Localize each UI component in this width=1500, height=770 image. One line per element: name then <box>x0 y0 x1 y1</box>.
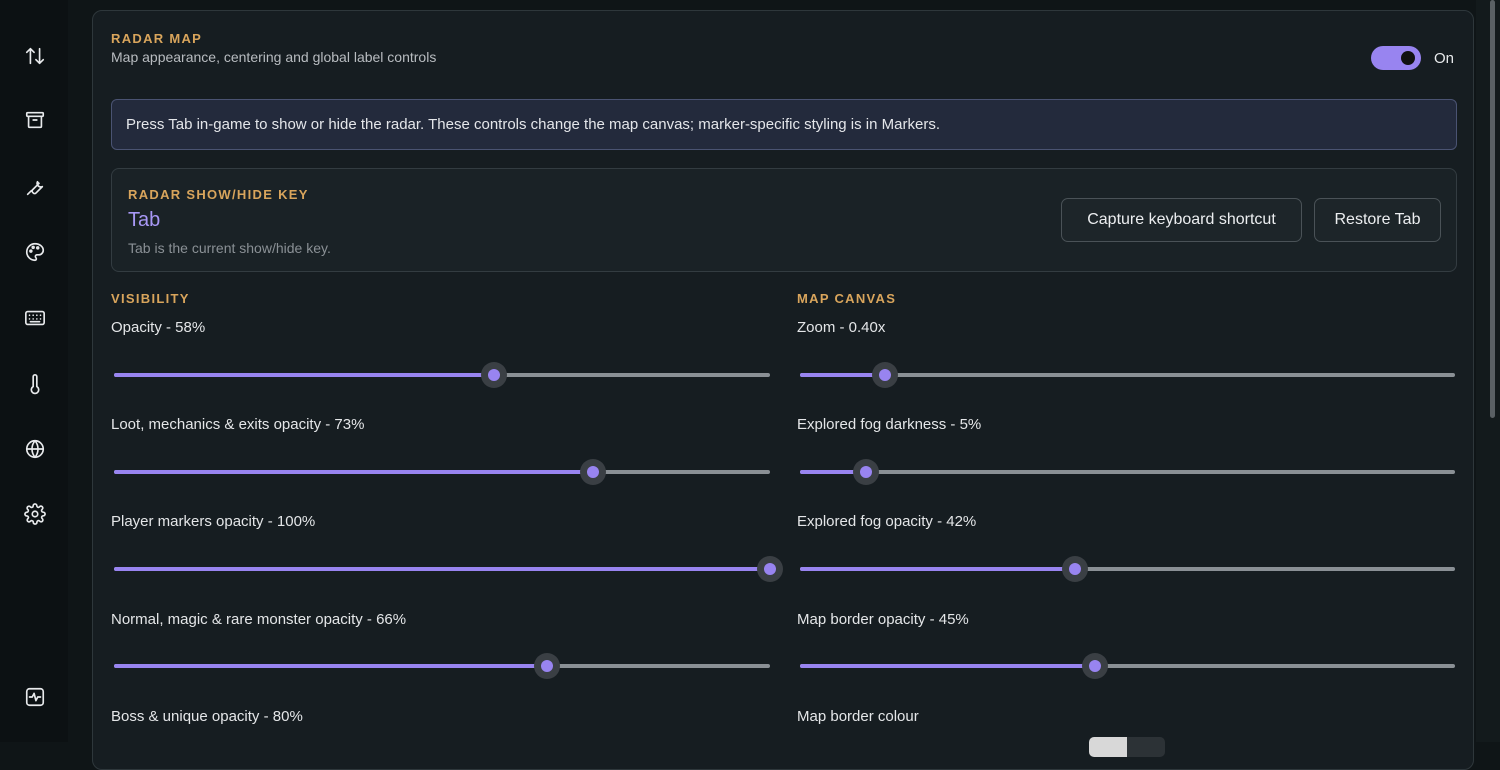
loot-opacity-label: Loot, mechanics & exits opacity - 73% <box>111 416 365 433</box>
thermometer-icon[interactable] <box>23 372 47 396</box>
wrench-icon[interactable] <box>23 175 47 199</box>
palette-icon[interactable] <box>23 240 47 264</box>
slider-fill <box>800 567 1076 571</box>
radar-subtitle: Map appearance, centering and global lab… <box>111 49 437 65</box>
globe-icon[interactable] <box>23 437 47 461</box>
toggle-knob <box>1401 51 1415 65</box>
fog-opacity-label: Explored fog opacity - 42% <box>797 513 977 530</box>
opacity-slider[interactable] <box>114 362 770 388</box>
background-edge <box>1476 0 1500 742</box>
player-markers-opacity-slider[interactable] <box>114 556 783 582</box>
player-markers-opacity-label: Player markers opacity - 100% <box>111 513 316 530</box>
toggle-label: On <box>1434 50 1455 67</box>
show-hide-key-box: RADAR SHOW/HIDE KEY Tab Tab is the curre… <box>111 168 1457 272</box>
fog-opacity-slider[interactable] <box>800 556 1455 582</box>
slider-thumb[interactable] <box>1081 653 1108 679</box>
map-border-opacity-slider[interactable] <box>800 653 1455 679</box>
archive-box-icon[interactable] <box>23 108 47 132</box>
fog-darkness-label: Explored fog darkness - 5% <box>797 416 982 433</box>
slider-thumb[interactable] <box>852 459 879 485</box>
map-border-colour-picker[interactable] <box>1089 737 1165 757</box>
key-section-title: RADAR SHOW/HIDE KEY <box>128 187 309 202</box>
radar-title: RADAR MAP <box>111 31 203 46</box>
slider-thumb[interactable] <box>757 556 783 582</box>
capture-shortcut-button[interactable]: Capture keyboard shortcut <box>1061 198 1302 242</box>
map-border-colour-label: Map border colour <box>797 708 919 725</box>
slider-fill <box>114 567 770 571</box>
sidebar <box>0 0 68 742</box>
slider-thumb[interactable] <box>1062 556 1089 582</box>
keyboard-icon[interactable] <box>23 306 47 330</box>
slider-fill <box>114 373 495 377</box>
slider-thumb[interactable] <box>579 459 606 485</box>
scrollbar[interactable] <box>1490 0 1495 418</box>
radar-toggle[interactable] <box>1371 46 1421 70</box>
slider-fill <box>114 664 547 668</box>
slider-thumb[interactable] <box>872 362 899 388</box>
slider-thumb[interactable] <box>481 362 508 388</box>
slider-thumb[interactable] <box>533 653 560 679</box>
map-canvas-title: MAP CANVAS <box>797 291 897 306</box>
activity-icon[interactable] <box>23 685 47 709</box>
slider-fill <box>114 470 593 474</box>
gear-icon[interactable] <box>23 502 47 526</box>
visibility-title: VISIBILITY <box>111 291 190 306</box>
radar-map-panel: RADAR MAP Map appearance, centering and … <box>92 10 1474 770</box>
sort-arrows-icon[interactable] <box>23 44 47 68</box>
key-value: Tab <box>128 209 161 231</box>
restore-tab-button[interactable]: Restore Tab <box>1314 198 1441 242</box>
loot-opacity-slider[interactable] <box>114 459 770 485</box>
zoom-slider[interactable] <box>800 362 1455 388</box>
info-text: Press Tab in-game to show or hide the ra… <box>126 116 940 133</box>
slider-fill <box>800 664 1095 668</box>
zoom-label: Zoom - 0.40x <box>797 319 886 336</box>
key-help-text: Tab is the current show/hide key. <box>128 240 331 256</box>
monster-opacity-slider[interactable] <box>114 653 770 679</box>
fog-darkness-slider[interactable] <box>800 459 1455 485</box>
monster-opacity-label: Normal, magic & rare monster opacity - 6… <box>111 611 407 628</box>
boss-opacity-label: Boss & unique opacity - 80% <box>111 708 303 725</box>
opacity-label: Opacity - 58% <box>111 319 206 336</box>
map-border-opacity-label: Map border opacity - 45% <box>797 611 969 628</box>
info-box: Press Tab in-game to show or hide the ra… <box>111 99 1457 150</box>
